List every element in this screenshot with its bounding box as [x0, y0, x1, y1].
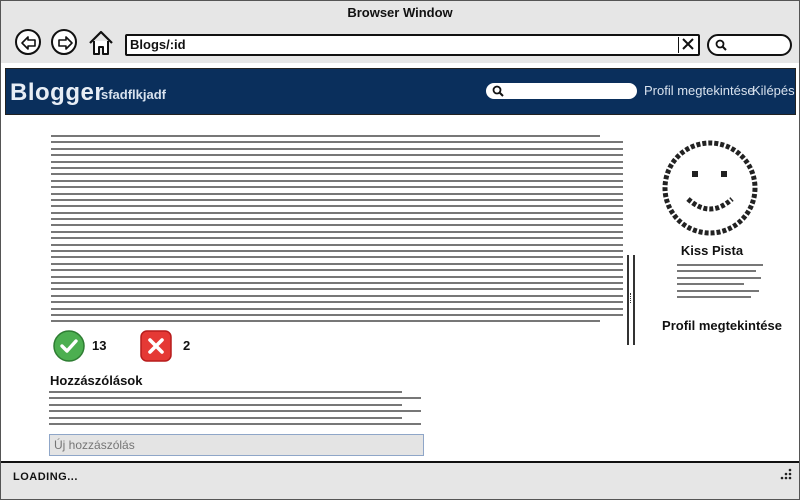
scrollbar-grip[interactable]	[630, 293, 632, 303]
comments-heading: Hozzászólások	[50, 373, 143, 388]
text-line	[49, 403, 403, 406]
text-line	[51, 147, 623, 150]
forward-arrow-icon	[58, 36, 73, 50]
back-button[interactable]	[15, 29, 41, 55]
status-text: LOADING...	[13, 471, 78, 483]
search-icon	[715, 39, 727, 51]
text-line	[49, 422, 421, 425]
blog-search-input[interactable]	[484, 81, 639, 101]
text-line	[49, 416, 403, 419]
text-line	[51, 281, 623, 284]
resize-grip-icon[interactable]	[779, 467, 793, 481]
post-scrollbar[interactable]	[627, 255, 635, 345]
profile-bio	[677, 264, 763, 302]
check-icon	[53, 330, 85, 362]
forward-button[interactable]	[51, 29, 77, 55]
text-line	[677, 270, 757, 273]
logout-link[interactable]: Kilépés	[752, 83, 795, 98]
profile-name[interactable]: Kiss Pista	[671, 243, 753, 258]
text-line	[51, 256, 623, 259]
browser-window: Browser Window Blogs/:id Blogger sfadflk…	[0, 0, 800, 500]
text-line	[677, 283, 745, 286]
text-line	[677, 276, 762, 279]
text-line	[51, 288, 623, 291]
view-profile-link[interactable]: Profil megtekintése	[644, 83, 755, 98]
text-line	[51, 250, 623, 253]
text-line	[51, 173, 623, 176]
text-line	[51, 269, 623, 272]
address-bar[interactable]: Blogs/:id	[125, 34, 700, 56]
text-line	[51, 141, 623, 144]
text-line	[677, 295, 751, 298]
text-line	[51, 160, 623, 163]
comments-list	[49, 391, 421, 429]
text-line	[51, 224, 623, 227]
back-arrow-icon	[21, 36, 36, 50]
home-button[interactable]	[87, 29, 115, 57]
text-line	[51, 307, 623, 310]
text-line	[51, 166, 623, 169]
downvote-button[interactable]	[140, 330, 172, 362]
text-line	[51, 154, 623, 157]
browser-toolbar: Blogs/:id	[1, 25, 799, 63]
text-line	[51, 211, 623, 214]
text-line	[51, 262, 623, 265]
post-body	[51, 135, 623, 327]
text-line	[51, 186, 623, 189]
text-line	[49, 391, 403, 393]
upvote-count: 13	[92, 338, 107, 353]
text-line	[51, 198, 623, 201]
text-line	[51, 237, 623, 240]
address-text: Blogs/:id	[130, 37, 186, 52]
upvote-button[interactable]	[53, 330, 85, 362]
text-line	[51, 313, 623, 316]
text-line	[51, 192, 623, 195]
search-icon	[492, 85, 504, 97]
text-line	[49, 410, 421, 413]
text-line	[51, 275, 623, 278]
text-line	[51, 320, 601, 323]
status-bar: LOADING...	[1, 461, 799, 499]
smiley-face-icon	[662, 140, 758, 236]
text-line	[51, 243, 623, 246]
text-line	[51, 301, 623, 304]
close-icon	[682, 38, 694, 50]
profile-view-link[interactable]: Profil megtekintése	[661, 318, 783, 333]
clear-address-button[interactable]	[678, 37, 694, 53]
text-line	[677, 264, 763, 266]
new-comment-input[interactable]	[49, 434, 424, 456]
brand-logo[interactable]: Blogger	[10, 79, 104, 107]
text-line	[51, 218, 623, 221]
browser-search-field[interactable]	[707, 34, 792, 56]
blog-header: Blogger sfadflkjadf Profil megtekintése …	[5, 68, 796, 115]
downvote-count: 2	[183, 338, 191, 353]
text-line	[51, 230, 623, 233]
text-line	[51, 179, 623, 182]
text-line	[51, 294, 623, 297]
window-title: Browser Window	[1, 1, 799, 25]
text-line	[51, 205, 623, 208]
text-line	[51, 135, 601, 137]
text-line	[49, 397, 421, 400]
blog-name[interactable]: sfadflkjadf	[101, 87, 166, 102]
text-line	[677, 289, 759, 292]
home-icon	[89, 30, 113, 55]
